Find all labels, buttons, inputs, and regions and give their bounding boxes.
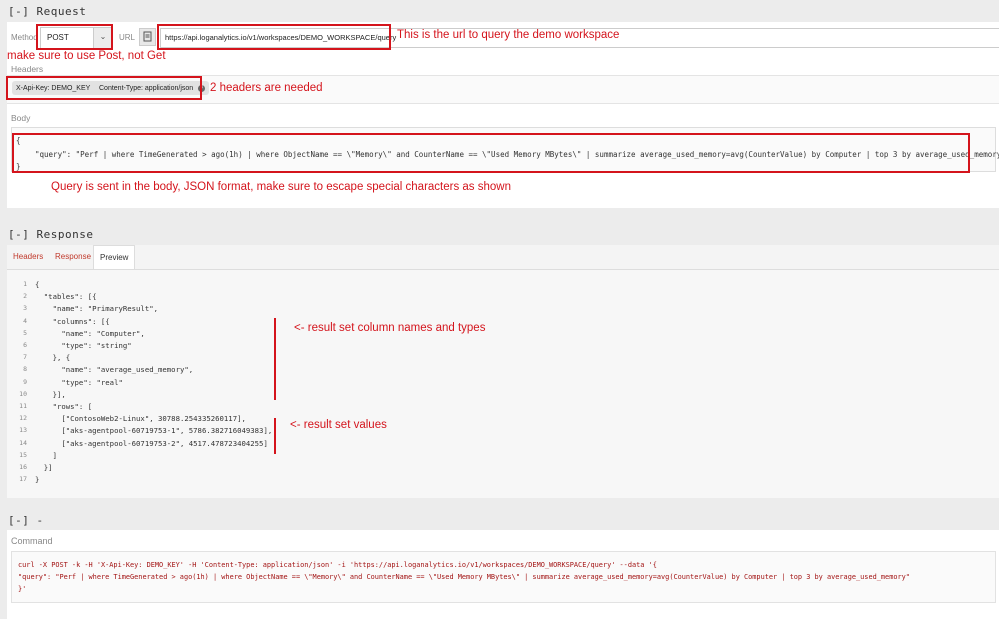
request-section-title[interactable]: [-] Request <box>8 5 86 18</box>
command-line: curl -X POST -k -H 'X-Api-Key: DEMO_KEY'… <box>18 561 657 569</box>
code-line: }, { <box>35 353 71 363</box>
line-number: 2 <box>23 292 27 301</box>
rows-annotation: <- result set values <box>290 419 387 431</box>
line-number: 8 <box>23 365 27 374</box>
tab-preview[interactable]: Preview <box>93 245 136 270</box>
columns-annotation: <- result set column names and types <box>294 322 486 334</box>
code-line: ["aks-agentpool-60719753-2", 4517.478723… <box>35 438 268 448</box>
code-line: }] <box>35 463 53 472</box>
line-number: 15 <box>19 450 27 459</box>
tab-response[interactable]: Response <box>49 245 97 269</box>
document-icon[interactable] <box>139 28 156 46</box>
code-line: ] <box>35 450 57 460</box>
line-number: 1 <box>23 280 27 288</box>
code-line: "name": "PrimaryResult", <box>35 304 159 314</box>
url-annotation: This is the url to query the demo worksp… <box>397 29 620 41</box>
code-line: }], <box>35 389 66 399</box>
url-highlight <box>157 24 391 50</box>
code-line: "type": "string" <box>35 341 132 350</box>
tab-headers[interactable]: Headers <box>7 245 49 269</box>
line-number: 10 <box>19 389 27 398</box>
line-number: 11 <box>19 402 27 410</box>
command-section-title[interactable]: [-] - <box>8 514 44 527</box>
body-highlight <box>12 133 970 173</box>
line-number: 13 <box>19 426 27 435</box>
headers-annotation: 2 headers are needed <box>210 82 323 94</box>
response-section-title[interactable]: [-] Response <box>8 228 93 241</box>
line-number: 16 <box>19 463 27 471</box>
line-number: 12 <box>19 414 27 423</box>
code-line: "tables": [{ <box>35 292 97 302</box>
code-line: "columns": [{ <box>35 316 110 326</box>
line-number: 14 <box>19 438 27 447</box>
code-line: } <box>35 475 40 485</box>
code-line: "type": "real" <box>35 377 123 387</box>
command-line: }' <box>18 585 27 593</box>
line-number: 5 <box>23 328 27 337</box>
columns-bracket <box>274 318 276 400</box>
line-number: 3 <box>23 304 27 313</box>
method-label: Method <box>11 33 38 42</box>
headers-highlight <box>6 76 202 100</box>
method-highlight <box>36 24 113 50</box>
line-number: 7 <box>23 353 27 362</box>
line-number: 4 <box>23 316 27 325</box>
command-line: "query": "Perf | where TimeGenerated > a… <box>18 573 910 581</box>
rows-bracket <box>274 418 276 454</box>
command-label: Command <box>11 536 53 546</box>
code-line: "name": "average_used_memory", <box>35 365 194 375</box>
method-annotation: make sure to use Post, not Get <box>7 50 166 62</box>
response-tabs: Headers Response Preview <box>7 245 999 270</box>
code-line: "rows": [ <box>35 402 93 411</box>
response-code-view: 1 {2 "tables": [{ 3 "name": "PrimaryResult… <box>3 280 603 495</box>
line-number: 9 <box>23 377 27 386</box>
url-label: URL <box>119 33 136 42</box>
body-annotation: Query is sent in the body, JSON format, … <box>51 181 511 193</box>
line-number: 17 <box>19 475 27 484</box>
body-label: Body <box>11 113 31 123</box>
code-line: "name": "Computer", <box>35 328 145 338</box>
code-line: ["aks-agentpool-60719753-1", 5786.382716… <box>35 426 273 436</box>
line-number: 6 <box>23 341 27 349</box>
code-line: ["ContosoWeb2-Linux", 30788.254335260117… <box>35 414 246 424</box>
code-line: { <box>35 280 40 289</box>
headers-label: Headers <box>11 64 44 74</box>
command-text[interactable]: curl -X POST -k -H 'X-Api-Key: DEMO_KEY'… <box>11 551 996 603</box>
